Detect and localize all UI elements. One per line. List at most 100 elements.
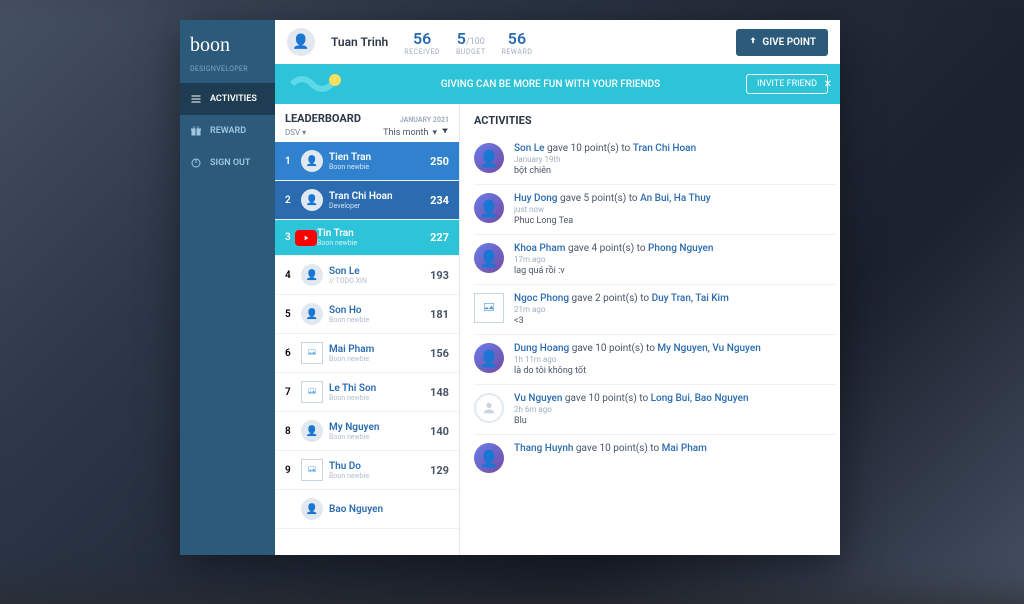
leaderboard-rank: 1: [285, 156, 295, 167]
activity-message: Blu: [514, 416, 836, 426]
leaderboard-role: Boon newbie: [329, 355, 430, 363]
chevron-down-icon: ▾: [432, 128, 437, 138]
leaderboard-row[interactable]: 7Le Thi SonBoon newbie148: [275, 373, 459, 412]
avatar: 👤: [301, 150, 323, 172]
activity-message: Phuc Long Tea: [514, 216, 836, 226]
brand-logo: boon: [180, 20, 275, 65]
invite-friend-button[interactable]: INVITE FRIEND: [746, 74, 828, 94]
avatar-placeholder: [474, 293, 504, 323]
leaderboard-points: 234: [430, 194, 449, 207]
upload-icon: [748, 36, 758, 49]
nav-signout[interactable]: SIGN OUT: [180, 147, 275, 179]
activity-text: Vu Nguyen gave 10 point(s) to Long Bui, …: [514, 393, 836, 404]
activities-title: ACTIVITIES: [460, 104, 840, 135]
avatar: 👤: [301, 303, 323, 325]
leaderboard-points: 156: [430, 347, 449, 360]
activity-text: Huy Dong gave 5 point(s) to An Bui, Ha T…: [514, 193, 836, 204]
leaderboard-row[interactable]: 1👤Tien TranBoon newbie250: [275, 142, 459, 181]
avatar-placeholder: [301, 381, 323, 403]
stat-received: 56 RECEIVED: [404, 29, 440, 56]
nav-activities-label: ACTIVITIES: [210, 94, 257, 104]
activity-item: 👤Thang Huynh gave 10 point(s) to Mai Pha…: [474, 434, 836, 481]
leaderboard-name: Tien Tran: [329, 152, 430, 163]
leaderboard-row[interactable]: 8👤My NguyenBoon newbie140: [275, 412, 459, 451]
stat-reward-label: REWARD: [502, 48, 533, 56]
leaderboard-name: Thu Do: [329, 461, 430, 472]
leaderboard-rank: 3: [285, 232, 295, 243]
leaderboard-list[interactable]: 1👤Tien TranBoon newbie2502👤Tran Chi Hoan…: [275, 142, 459, 555]
activities-list[interactable]: 👤Son Le gave 10 point(s) to Tran Chi Hoa…: [460, 135, 840, 555]
avatar: 👤: [301, 189, 323, 211]
user-avatar[interactable]: 👤: [287, 28, 315, 56]
stat-reward-value: 56: [502, 29, 533, 48]
leaderboard-name: Tin Tran: [317, 228, 430, 239]
banner-close-icon[interactable]: ✕: [824, 79, 832, 90]
leaderboard-role: // TODO XIN: [329, 277, 430, 285]
leaderboard-name: Son Le: [329, 266, 430, 277]
nav-activities[interactable]: ACTIVITIES: [180, 83, 275, 115]
activity-message: bột chiên: [514, 166, 836, 176]
stat-received-label: RECEIVED: [404, 48, 440, 56]
avatar: 👤: [474, 143, 504, 173]
leaderboard-rank: 8: [285, 426, 295, 437]
nav-reward-label: REWARD: [210, 126, 246, 136]
leaderboard-row[interactable]: 9Thu DoBoon newbie129: [275, 451, 459, 490]
invite-banner: GIVING CAN BE MORE FUN WITH YOUR FRIENDS…: [275, 64, 840, 104]
leaderboard-row[interactable]: 👤 Bao Nguyen: [275, 490, 459, 529]
leaderboard-rank: 9: [285, 465, 295, 476]
activity-time: 2h 6m ago: [514, 405, 836, 414]
give-point-label: GIVE POINT: [762, 37, 816, 48]
leaderboard-role: Boon newbie: [329, 394, 430, 402]
leaderboard-scope[interactable]: DSV ▾: [285, 128, 306, 137]
give-point-button[interactable]: GIVE POINT: [736, 29, 828, 56]
leaderboard-row[interactable]: 5👤Son HoBoon newbie181: [275, 295, 459, 334]
leaderboard-name: Bao Nguyen: [329, 504, 449, 515]
main-panel: 👤 Tuan Trinh 56 RECEIVED 5/100 BUDGET 56…: [275, 20, 840, 555]
leaderboard-points: 140: [430, 425, 449, 438]
activity-time: just now: [514, 205, 836, 214]
leaderboard-name: Son Ho: [329, 305, 430, 316]
avatar-blank: [474, 393, 504, 423]
youtube-icon: [295, 230, 317, 246]
banner-decor: [287, 70, 347, 98]
content: LEADERBOARD JANUARY 2021 DSV ▾ This mont…: [275, 104, 840, 555]
filter-icon: [441, 127, 449, 138]
activity-item: 👤Dung Hoang gave 10 point(s) to My Nguye…: [474, 334, 836, 384]
leaderboard-role: Boon newbie: [317, 239, 430, 247]
leaderboard-rank: 4: [285, 270, 295, 281]
leaderboard-row[interactable]: 3Tin TranBoon newbie227: [275, 220, 459, 256]
leaderboard-name: My Nguyen: [329, 422, 430, 433]
leaderboard-rank: 6: [285, 348, 295, 359]
leaderboard-row[interactable]: 4👤Son Le// TODO XIN193: [275, 256, 459, 295]
stat-reward: 56 REWARD: [502, 29, 533, 56]
avatar-placeholder: [301, 459, 323, 481]
activity-time: 21m ago: [514, 305, 836, 314]
avatar: 👤: [301, 498, 323, 520]
sidebar: boon DESIGNVELOPER ACTIVITIES REWARD SIG…: [180, 20, 275, 555]
nav-reward[interactable]: REWARD: [180, 115, 275, 147]
activity-text: Thang Huynh gave 10 point(s) to Mai Pham: [514, 443, 836, 454]
banner-text: GIVING CAN BE MORE FUN WITH YOUR FRIENDS: [355, 79, 746, 90]
stat-budget-label: BUDGET: [456, 48, 486, 56]
stat-received-value: 56: [404, 29, 440, 48]
activity-time: 17m ago: [514, 255, 836, 264]
activity-time: 1h 11m ago: [514, 355, 836, 364]
activity-message: là do tôi không tốt: [514, 366, 836, 376]
leaderboard-row[interactable]: 2👤Tran Chi HoanDeveloper234: [275, 181, 459, 220]
leaderboard-role: Boon newbie: [329, 316, 430, 324]
leaderboard-filter[interactable]: This month ▾: [383, 127, 449, 138]
activity-text: Khoa Pham gave 4 point(s) to Phong Nguye…: [514, 243, 836, 254]
leaderboard-row[interactable]: 6Mai PhamBoon newbie156: [275, 334, 459, 373]
leaderboard-name: Le Thi Son: [329, 383, 430, 394]
leaderboard-title: LEADERBOARD: [285, 112, 361, 125]
activity-message: lag quá rồi :v: [514, 266, 836, 276]
power-icon: [190, 157, 204, 169]
avatar: 👤: [474, 343, 504, 373]
leaderboard-rank: 7: [285, 387, 295, 398]
leaderboard-role: Boon newbie: [329, 433, 430, 441]
activity-time: January 19th: [514, 155, 836, 164]
leaderboard-points: 181: [430, 308, 449, 321]
app-window: boon DESIGNVELOPER ACTIVITIES REWARD SIG…: [180, 20, 840, 555]
leaderboard-header: LEADERBOARD JANUARY 2021 DSV ▾ This mont…: [275, 104, 459, 142]
avatar: 👤: [474, 193, 504, 223]
